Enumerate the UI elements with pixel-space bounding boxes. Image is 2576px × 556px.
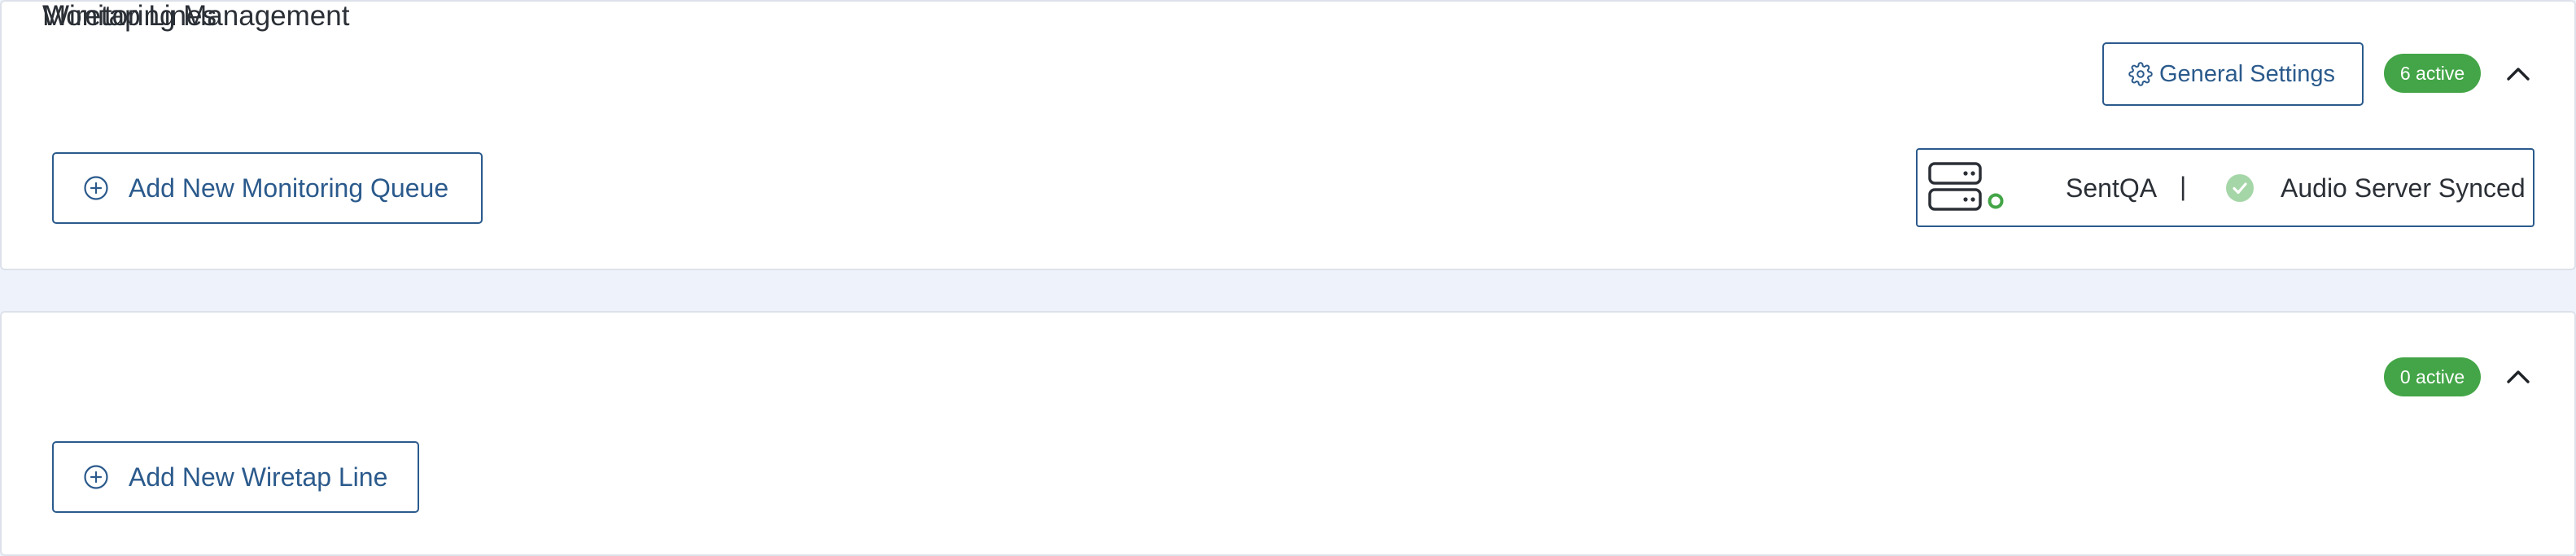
add-monitoring-queue-label: Add New Monitoring Queue (129, 173, 449, 203)
plus-circle-icon (84, 176, 108, 200)
chevron-up-icon (2507, 68, 2530, 81)
server-icon (1928, 162, 2004, 211)
add-wiretap-line-button[interactable]: Add New Wiretap Line (52, 441, 419, 513)
monitoring-collapse-toggle[interactable] (2500, 56, 2536, 92)
monitoring-active-badge: 6 active (2384, 54, 2481, 93)
wiretap-collapse-toggle[interactable] (2500, 359, 2536, 395)
general-settings-button[interactable]: General Settings (2102, 42, 2364, 106)
server-name: SentQA (2066, 173, 2158, 203)
gear-icon (2128, 62, 2153, 86)
audio-server-synced-label: Audio Server Synced (2281, 173, 2526, 203)
add-monitoring-queue-button[interactable]: Add New Monitoring Queue (52, 152, 483, 224)
plus-circle-icon (84, 465, 108, 489)
check-circle-icon (2226, 174, 2254, 202)
add-wiretap-line-label: Add New Wiretap Line (129, 462, 388, 492)
status-separator: | (2180, 172, 2187, 201)
server-status-box: SentQA | Audio Server Synced (1916, 148, 2534, 227)
general-settings-label: General Settings (2159, 60, 2336, 87)
wiretap-lines-title: Wiretap Lines (42, 0, 216, 32)
wiretap-active-badge: 0 active (2384, 357, 2481, 396)
wiretap-lines-panel (0, 311, 2576, 556)
monitoring-management-panel (0, 0, 2576, 270)
chevron-up-icon (2507, 370, 2530, 383)
